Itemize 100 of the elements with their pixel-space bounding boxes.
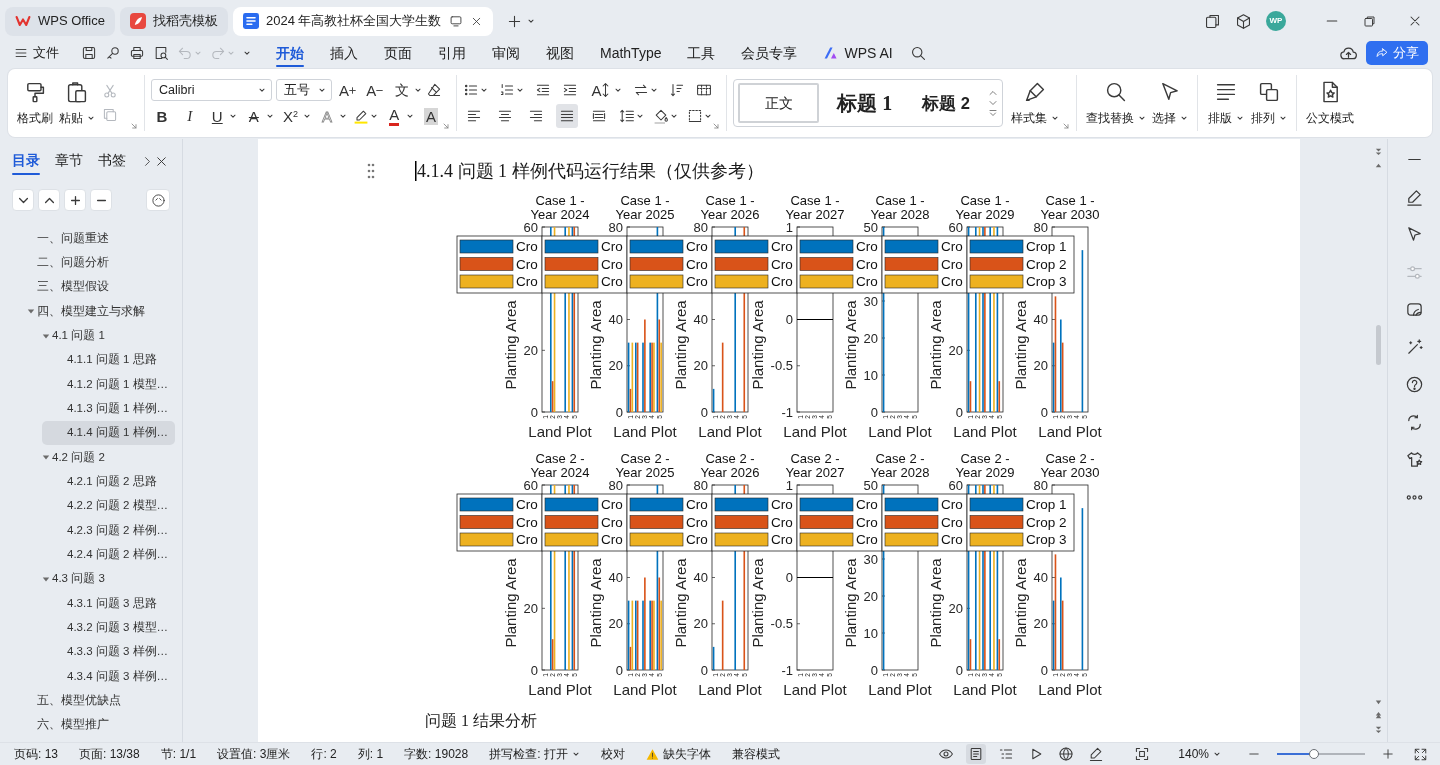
outline-item[interactable]: 4.2.3 问题 2 样例… — [42, 518, 175, 543]
page-down-icon[interactable] — [1374, 725, 1383, 734]
monitor-icon[interactable] — [448, 14, 463, 28]
official-button[interactable]: 公文模式 — [1303, 75, 1357, 131]
border-icon[interactable] — [687, 108, 703, 124]
find-button[interactable]: 查找替换 — [1083, 75, 1149, 131]
caret-icon[interactable] — [650, 86, 659, 94]
caret-icon[interactable] — [369, 112, 378, 120]
ribbon-tab[interactable]: 引用 — [425, 38, 479, 68]
outline-item[interactable]: 4.1.1 问题 1 思路 — [42, 347, 175, 373]
printer-icon[interactable] — [129, 45, 145, 61]
ribbon-tab[interactable]: 开始 — [263, 38, 317, 68]
caret-icon[interactable] — [704, 112, 712, 120]
table-icon[interactable] — [695, 82, 712, 98]
collapse-button[interactable] — [38, 189, 60, 211]
outline-item[interactable]: 4.2.1 问题 2 思路 — [42, 469, 175, 494]
eraser-icon[interactable] — [425, 82, 442, 98]
outline-item[interactable]: 六、模型推广 — [12, 712, 175, 738]
font-family-select[interactable]: Calibri — [151, 79, 272, 101]
key-icon[interactable] — [105, 45, 121, 61]
underline-button[interactable]: U — [206, 104, 229, 128]
ribbon-tab[interactable]: 视图 — [533, 38, 587, 68]
ribbon-tab[interactable]: 审阅 — [479, 38, 533, 68]
page-down-icon[interactable] — [1374, 147, 1383, 156]
expanded-triangle-icon[interactable] — [42, 453, 50, 462]
font-color-button[interactable]: A — [383, 104, 406, 128]
expanded-triangle-icon[interactable] — [42, 331, 50, 340]
zoom-level-button[interactable]: 140% — [1178, 745, 1221, 763]
caret-icon[interactable] — [526, 17, 535, 25]
ribbon-tab[interactable]: MathType — [587, 38, 675, 68]
help-icon[interactable] — [1404, 375, 1424, 394]
bulleted-list-icon[interactable] — [463, 82, 479, 98]
page-button[interactable] — [966, 744, 987, 764]
outline-item[interactable]: 四、模型建立与求解 — [12, 299, 175, 324]
superscript-button[interactable]: X$^{2}$ — [279, 104, 302, 128]
style-option[interactable]: 标题 2 — [910, 83, 982, 123]
strikethrough-button[interactable]: A — [242, 104, 265, 128]
outline-item[interactable]: 4.2.4 问题 2 样例… — [42, 542, 175, 567]
slider-thumb[interactable] — [1308, 749, 1319, 759]
page-magnifier-icon[interactable] — [153, 45, 169, 61]
indent-icon[interactable] — [561, 82, 578, 98]
scrollbar-thumb[interactable] — [1376, 325, 1381, 365]
caret-icon[interactable] — [406, 112, 415, 120]
restore-icon[interactable] — [1362, 13, 1377, 29]
outline-item[interactable]: 一、问题重述 — [12, 226, 175, 251]
paste-button[interactable]: 粘贴 — [56, 75, 98, 131]
outline-item[interactable]: 4.2 问题 2 — [27, 445, 175, 470]
phonetic-guide-button[interactable]: 文 — [390, 78, 413, 102]
align-justify-button[interactable] — [556, 104, 579, 128]
arrange-button[interactable]: 排列 — [1247, 75, 1290, 131]
outline-item[interactable]: 二、问题分析 — [12, 250, 175, 275]
outdent-icon[interactable] — [534, 82, 551, 98]
browser-tab[interactable]: 2024 年高教社杯全国大学生数 — [232, 6, 493, 36]
ribbon-tab[interactable]: 工具 — [674, 38, 729, 68]
line-spacing-icon[interactable] — [618, 108, 635, 124]
more-down-icon[interactable] — [988, 108, 998, 118]
drag-handle-icon[interactable] — [366, 162, 376, 180]
options-button[interactable] — [146, 189, 170, 211]
outline-item[interactable]: 4.3.4 问题 3 样例… — [42, 664, 175, 689]
caret-icon[interactable] — [413, 86, 422, 94]
ribbon-tab[interactable]: 插入 — [317, 38, 371, 68]
caret-icon[interactable] — [635, 112, 644, 120]
dialog-launcher-icon[interactable] — [442, 122, 450, 130]
caret-icon[interactable] — [515, 86, 524, 94]
outline-item[interactable]: 4.1 问题 1 — [27, 323, 175, 348]
style-set-button[interactable]: 样式集 — [1008, 75, 1062, 131]
expanded-triangle-icon[interactable] — [42, 575, 50, 583]
browser-tab[interactable]: 找稻壳模板 — [119, 6, 228, 36]
save-icon[interactable] — [81, 45, 97, 61]
outline-item[interactable]: 4.3.1 问题 3 思路 — [42, 591, 175, 616]
dialog-launcher-icon[interactable] — [130, 122, 138, 130]
numbered-list-icon[interactable] — [498, 82, 515, 98]
page-up-icon[interactable] — [1374, 711, 1383, 720]
ribbon-tab[interactable]: 页面 — [371, 38, 425, 68]
outline-item[interactable]: 4.1.2 问题 1 模型… — [42, 372, 175, 397]
style-option[interactable]: 正文 — [738, 83, 820, 123]
caret-icon[interactable] — [229, 112, 238, 120]
scroll-up-icon[interactable] — [1374, 161, 1383, 170]
outline-item[interactable]: 三、模型假设 — [12, 274, 175, 300]
swap-arrows-icon[interactable] — [633, 82, 650, 98]
caret-icon[interactable] — [302, 112, 311, 120]
pen-icon[interactable] — [1404, 187, 1424, 207]
expand-button[interactable] — [12, 189, 34, 211]
caret-icon[interactable] — [339, 112, 348, 120]
panel-tab[interactable]: 目录 — [12, 148, 40, 174]
browser-tab[interactable]: WPS Office — [5, 6, 115, 36]
ribbon-tab[interactable]: 会员专享 — [728, 38, 811, 68]
outline-item[interactable]: 4.1.4 问题 1 样例… — [42, 420, 175, 446]
format-painter-button[interactable]: 格式刷 — [14, 75, 56, 131]
expanded-triangle-icon[interactable] — [27, 307, 35, 316]
image-icon[interactable] — [1404, 300, 1424, 319]
style-option[interactable]: 标题 1 — [825, 83, 905, 123]
layout-button[interactable]: 排版 — [1204, 75, 1247, 131]
dialog-launcher-icon[interactable] — [1062, 122, 1070, 130]
bold-button[interactable]: B — [151, 104, 173, 128]
asian-layout-button[interactable]: A — [588, 78, 614, 102]
search-icon[interactable] — [909, 44, 927, 62]
file-menu-button[interactable]: 文件 — [14, 43, 59, 63]
outline-item[interactable]: 4.3.3 问题 3 样例… — [42, 639, 175, 665]
outline-item[interactable]: 五、模型优缺点 — [12, 688, 175, 713]
